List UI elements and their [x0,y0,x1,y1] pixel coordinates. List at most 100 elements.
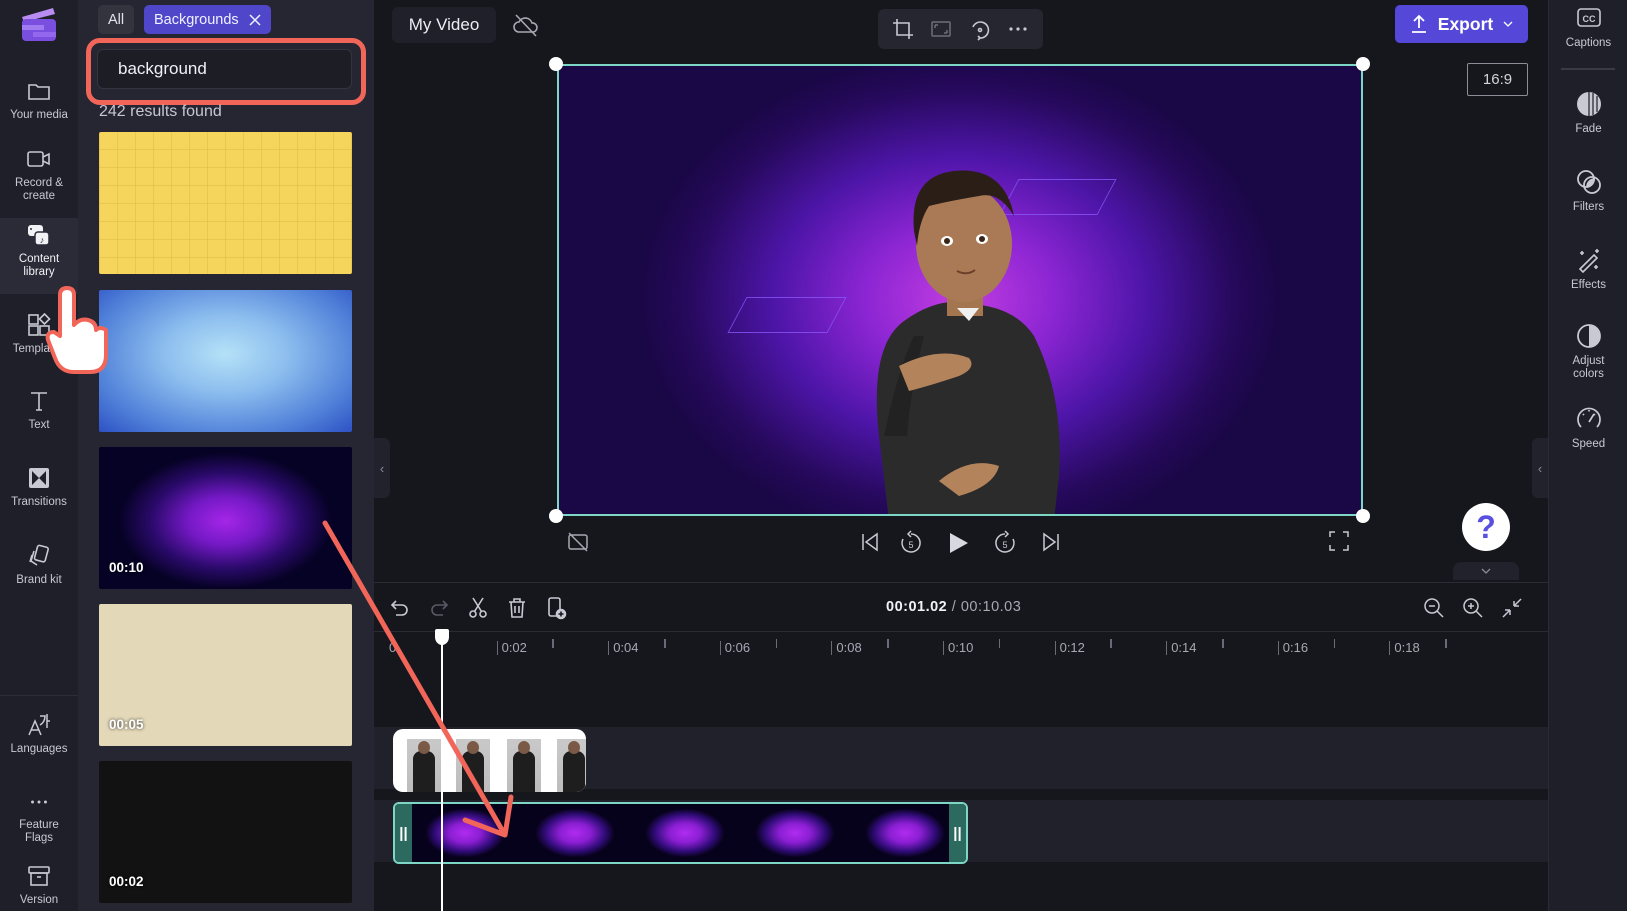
rail-label: Feature Flags [19,819,59,844]
filter-chip-backgrounds[interactable]: Backgrounds [144,5,271,34]
library-thumbnail[interactable]: 00:10 [99,447,352,589]
rail-label: Fade [1575,123,1602,135]
project-title-button[interactable]: My Video [392,7,496,43]
rail-item-filters[interactable]: Filters [1549,168,1627,214]
playhead-handle[interactable] [434,629,449,645]
zoom-out-icon[interactable] [1422,596,1446,620]
svg-text:♪: ♪ [40,235,45,245]
collapse-properties-button[interactable]: ‹ [1532,438,1548,498]
skip-to-end-icon[interactable] [1039,530,1063,554]
trim-handle-right[interactable]: || [949,804,966,862]
project-title: My Video [408,15,480,34]
rail-item-templates[interactable]: Templates [0,312,78,367]
rail-item-feature-flags[interactable]: Feature Flags [0,790,78,845]
resize-handle-top-right[interactable] [1356,57,1370,71]
video-preview-canvas[interactable] [557,64,1363,516]
trim-handle-left[interactable]: || [395,804,412,862]
folder-icon [28,84,50,100]
rail-label: Effects [1571,279,1606,291]
captions-off-icon[interactable] [566,530,590,554]
svg-text:5: 5 [908,540,913,550]
export-button[interactable]: Export [1395,5,1528,43]
fit-timeline-icon[interactable] [1500,596,1524,620]
transitions-icon [29,468,49,488]
ruler-tick-label: 0:14 [1166,641,1197,655]
background-video-clip[interactable]: || || [393,802,968,864]
clip-frame [850,804,960,862]
thumbnail-duration: 00:05 [109,717,144,732]
redo-icon[interactable] [427,596,451,620]
video-camera-icon [27,151,50,167]
rail-item-effects[interactable]: Effects [1549,246,1627,292]
rotate-icon[interactable] [968,17,992,41]
rail-item-version[interactable]: Version [0,863,78,911]
close-icon[interactable] [249,13,261,26]
library-thumbnail[interactable] [99,290,352,432]
aspect-ratio-label: 16:9 [1482,71,1513,88]
fit-icon[interactable] [929,17,953,41]
rail-item-your-media[interactable]: Your media [0,78,78,133]
library-thumbnail[interactable]: 00:02 [99,761,352,903]
ruler-minor-tick [775,639,778,648]
avatar-video-clip[interactable] [393,729,586,792]
resize-handle-top-left[interactable] [549,57,563,71]
playhead-line[interactable] [440,630,443,911]
ruler-minor-tick [664,639,666,648]
collapse-library-button[interactable]: ‹ [374,438,390,498]
rail-item-adjust-colors[interactable]: Adjust colors [1549,322,1627,381]
clip-frame [630,804,740,862]
rail-item-record-create[interactable]: Record & create [0,146,78,214]
more-options-icon[interactable] [1006,17,1030,41]
app-logo[interactable] [19,5,59,43]
text-icon [31,392,47,411]
ruler-minor-tick [1222,639,1224,648]
rail-item-text[interactable]: Text [0,388,78,443]
search-input[interactable] [118,59,339,79]
search-box [97,49,352,89]
rail-item-captions[interactable]: CC Captions [1549,4,1627,50]
ruler-tick-label: 0:04 [608,641,639,655]
ruler-tick-label: 0:10 [943,641,973,655]
time-separator: / [947,599,961,615]
fade-icon [1576,92,1601,116]
rail-item-content-library[interactable]: ♪ Content library [0,218,78,294]
thumbnail-duration: 00:02 [109,874,144,889]
forward-5-icon[interactable]: 5 [992,530,1018,556]
rail-item-fade[interactable]: Fade [1549,90,1627,136]
undo-icon[interactable] [388,596,412,620]
chip-label: All [108,11,125,28]
library-thumbnail[interactable]: 00:05 [99,604,352,746]
rail-label: Templates [12,343,66,355]
library-thumbnail[interactable] [99,132,352,274]
speedometer-icon [1576,407,1601,428]
rail-item-speed[interactable]: Speed [1549,405,1627,451]
collapse-timeline-button[interactable] [1453,562,1519,580]
resize-handle-bottom-right[interactable] [1356,509,1370,523]
skip-to-start-icon[interactable] [858,530,882,554]
zoom-in-icon[interactable] [1461,596,1485,620]
resize-handle-bottom-left[interactable] [549,509,563,523]
rail-label: Your media [10,109,68,121]
rewind-5-icon[interactable]: 5 [898,530,924,556]
add-media-icon[interactable] [544,596,568,620]
delete-icon[interactable] [505,596,529,620]
rail-item-languages[interactable]: Languages [0,712,78,767]
split-scissors-icon[interactable] [466,596,490,620]
rail-divider [1561,68,1615,70]
rail-item-transitions[interactable]: Transitions [0,465,78,520]
ruler-tick-label: 0:06 [719,641,750,655]
fullscreen-icon[interactable] [1328,530,1350,552]
aspect-ratio-button[interactable]: 16:9 [1467,63,1528,96]
help-button[interactable]: ? [1462,503,1510,551]
rail-item-brand-kit[interactable]: Brand kit [0,543,78,598]
timeline-ruler[interactable]: 0 0:02 0:04 0:06 0:08 0:10 0:12 0:14 0:16 0:18 [374,631,1548,663]
brand-kit-icon [29,544,49,566]
ruler-minor-tick [887,639,889,648]
preview-tool-group [878,9,1043,49]
crop-icon[interactable] [891,17,915,41]
cloud-off-icon[interactable] [512,12,540,38]
filter-chip-all[interactable]: All [98,5,135,34]
results-count: 242 results found [99,103,222,120]
help-icon: ? [1476,508,1496,545]
play-icon[interactable] [945,530,971,556]
